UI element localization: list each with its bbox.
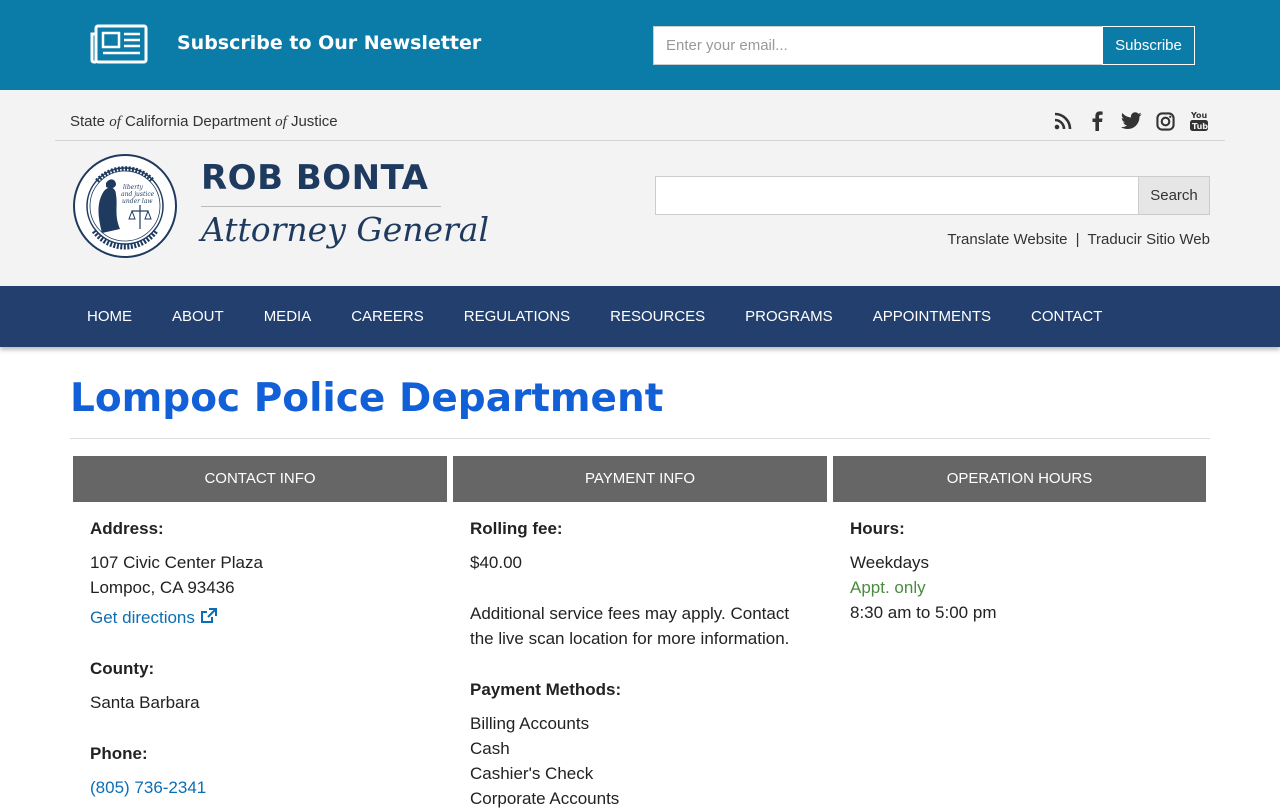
attorney-general-name[interactable]: ROB BONTA [201,158,428,198]
nav-item-appointments[interactable]: APPOINTMENTS [853,286,1011,347]
phone-row: (805) 736-2341 [90,775,430,800]
translate-links: Translate Website | Traducir Sitio Web [947,231,1210,248]
payment-method-item: Cashier's Check [470,764,594,783]
address-line-2: Lompoc, CA 93436 [90,578,235,597]
payment-method-item: Cash [470,739,510,758]
county-label: County: [90,659,155,678]
header-divider [55,140,1225,141]
get-directions-link[interactable]: Get directions [90,608,195,627]
site-search-input[interactable] [655,176,1140,215]
nav-item-about[interactable]: ABOUT [152,286,244,347]
nav-item-careers[interactable]: CAREERS [331,286,444,347]
page-title: Lompoc Police Department [70,376,664,421]
address-line-1: 107 Civic Center Plaza [90,553,263,572]
nav-item-contact[interactable]: CONTACT [1011,286,1122,347]
attorney-general-seal-icon[interactable]: liberty and justice under law [72,153,178,259]
address-label: Address: [90,519,164,538]
fee-note-line-1: Additional service fees may apply. Conta… [470,604,790,623]
rss-icon[interactable] [1052,110,1074,132]
newspaper-icon [90,24,148,64]
newsletter-email-input[interactable]: Enter your email... [653,26,1104,65]
subscribe-button[interactable]: Subscribe [1102,26,1195,65]
title-divider [70,438,1210,439]
operation-hours-header: OPERATION HOURS [833,456,1206,502]
twitter-icon[interactable] [1120,110,1142,132]
hours-label: Hours: [850,519,905,538]
directions-row: Get directions [90,605,430,630]
youtube-icon[interactable]: You Tube [1188,110,1210,132]
payment-method-item: Billing Accounts [470,714,590,733]
svg-text:You: You [1190,111,1208,120]
external-link-icon [200,608,217,623]
nav-item-regulations[interactable]: REGULATIONS [444,286,590,347]
nav-item-programs[interactable]: PROGRAMS [725,286,853,347]
payment-methods-label: Payment Methods: [470,680,622,699]
social-links: You Tube [1052,110,1210,132]
svg-text:and justice: and justice [121,191,155,198]
contact-info-column: Address: 107 Civic Center Plaza Lompoc, … [90,516,430,800]
fee-note-line-2: the live scan location for more informat… [470,629,790,648]
svg-text:under law: under law [122,198,153,205]
nav-item-home[interactable]: HOME [67,286,152,347]
appointment-note: Appt. only [850,578,926,597]
instagram-icon[interactable] [1154,110,1176,132]
payment-method-item: Corporate Accounts [470,789,620,808]
translate-separator: | [1075,231,1080,248]
nav-item-resources[interactable]: RESOURCES [590,286,725,347]
svg-text:Tube: Tube [1192,122,1208,131]
rolling-fee-label: Rolling fee: [470,519,563,538]
payment-info-column: Rolling fee: $40.00 Additional service f… [470,516,820,811]
payment-info-header: PAYMENT INFO [453,456,827,502]
rolling-fee-value: $40.00 [470,553,522,572]
phone-link[interactable]: (805) 736-2341 [90,778,206,797]
search-button[interactable]: Search [1138,176,1210,215]
county-value: Santa Barbara [90,693,200,712]
contact-info-header: CONTACT INFO [73,456,447,502]
name-divider [201,206,441,207]
operation-hours-column: Hours: Weekdays Appt. only 8:30 am to 5:… [850,516,1190,625]
facebook-icon[interactable] [1086,110,1108,132]
newsletter-title: Subscribe to Our Newsletter [177,32,482,54]
phone-label: Phone: [90,744,148,763]
translate-website-link[interactable]: Translate Website [947,231,1067,248]
newsletter-bar: Subscribe to Our Newsletter Enter your e… [0,0,1280,90]
attorney-general-title[interactable]: Attorney General [201,210,489,249]
hours-days: Weekdays [850,553,930,572]
nav-item-media[interactable]: MEDIA [244,286,332,347]
site-header: State of California Department of Justic… [0,90,1280,286]
state-doj-link[interactable]: State of California Department of Justic… [70,113,338,131]
main-navigation: HOME ABOUT MEDIA CAREERS REGULATIONS RES… [0,286,1280,347]
hours-time: 8:30 am to 5:00 pm [850,603,997,622]
svg-text:liberty: liberty [123,184,144,191]
traducir-sitio-link[interactable]: Traducir Sitio Web [1087,231,1210,248]
